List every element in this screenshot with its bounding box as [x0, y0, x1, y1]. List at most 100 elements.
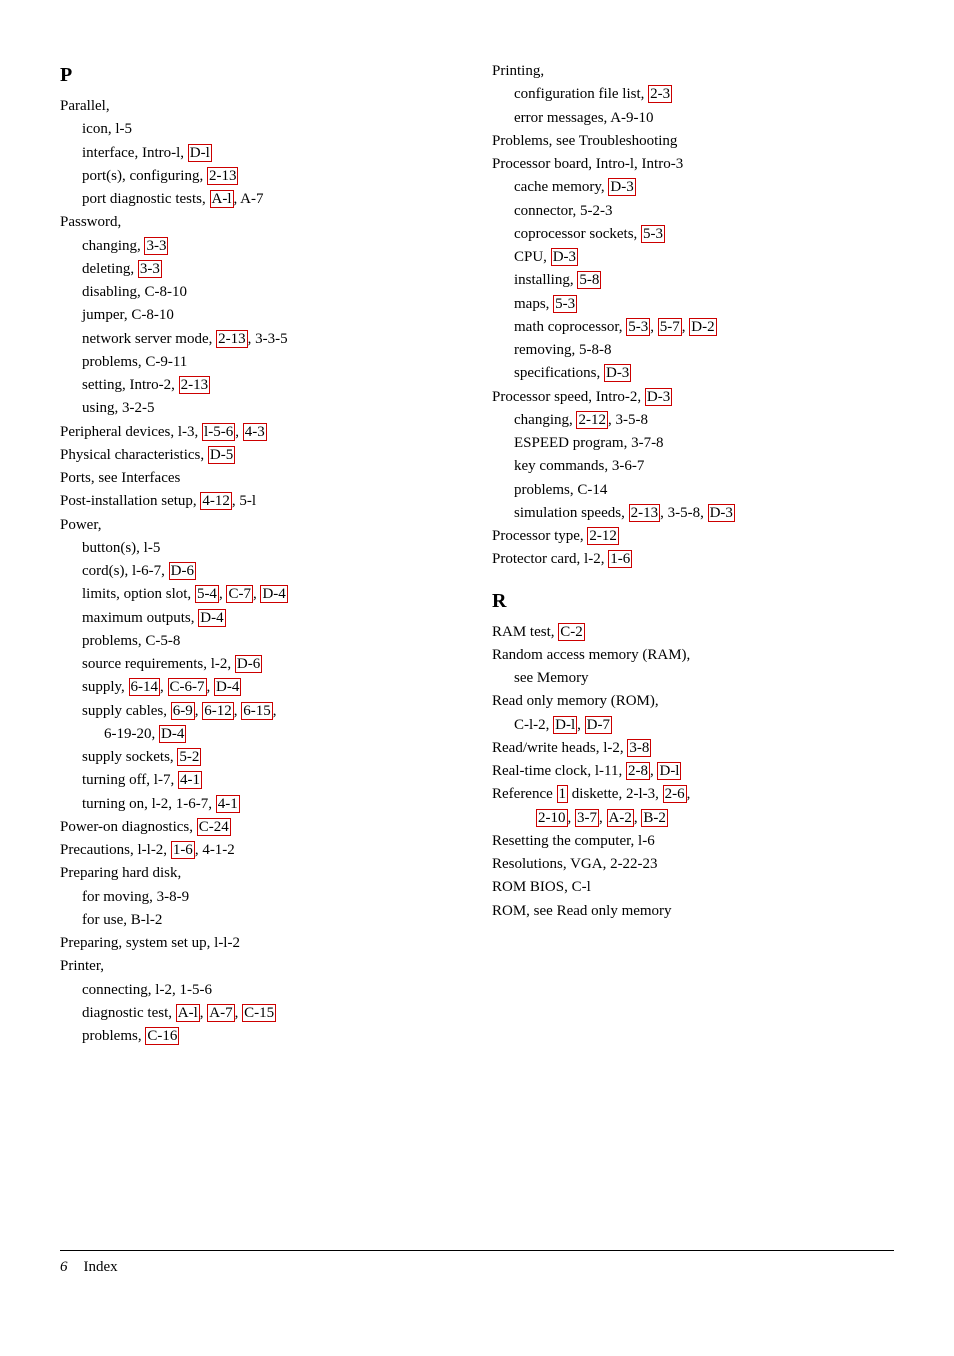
- ref-3-8[interactable]: 3-8: [627, 739, 651, 757]
- entry-rom-bios: ROM BIOS, C-l: [492, 876, 894, 899]
- ref-c-6-7[interactable]: C-6-7: [168, 678, 207, 696]
- entry-power-button: button(s), l-5: [60, 537, 462, 560]
- entry-power-limits: limits, option slot, 5-4, C-7, D-4: [60, 583, 462, 606]
- footer-page-number: 6: [60, 1259, 68, 1276]
- ref-4-1b[interactable]: 4-1: [216, 795, 240, 813]
- ref-2-13d[interactable]: 2-13: [629, 504, 661, 522]
- ref-1[interactable]: 1: [557, 785, 569, 803]
- left-column: P Parallel, icon, l-5 interface, Intro-l…: [60, 60, 492, 1250]
- entry-proc-cache: cache memory, D-3: [492, 176, 894, 199]
- ref-6-12[interactable]: 6-12: [202, 702, 234, 720]
- ref-3-7[interactable]: 3-7: [575, 809, 599, 827]
- entry-proc-speed: Processor speed, Intro-2, D-3: [492, 386, 894, 409]
- ref-d-3d[interactable]: D-3: [645, 388, 672, 406]
- entry-proc-connector: connector, 5-2-3: [492, 200, 894, 223]
- ref-6-9[interactable]: 6-9: [171, 702, 195, 720]
- ref-3-3b[interactable]: 3-3: [138, 260, 162, 278]
- ref-5-2[interactable]: 5-2: [177, 748, 201, 766]
- page: P Parallel, icon, l-5 interface, Intro-l…: [0, 0, 954, 1356]
- ref-d-l[interactable]: D-l: [188, 144, 212, 162]
- ref-d-4d[interactable]: D-4: [159, 725, 186, 743]
- ref-a-7[interactable]: A-7: [207, 1004, 234, 1022]
- entry-power-cables: supply cables, 6-9, 6-12, 6-15,: [60, 700, 462, 723]
- entry-password: Password,: [60, 211, 462, 234]
- ref-1-6a[interactable]: 1-6: [171, 841, 195, 859]
- entry-rom-refs: C-l-2, D-l, D-7: [492, 714, 894, 737]
- entry-power-off: turning off, l-7, 4-1: [60, 769, 462, 792]
- ref-c-15[interactable]: C-15: [242, 1004, 276, 1022]
- ref-c-16[interactable]: C-16: [145, 1027, 179, 1045]
- entry-power-supply: supply, 6-14, C-6-7, D-4: [60, 676, 462, 699]
- ref-3-3a[interactable]: 3-3: [144, 237, 168, 255]
- entry-password-setting: setting, Intro-2, 2-13: [60, 374, 462, 397]
- ref-5-3b[interactable]: 5-3: [553, 295, 577, 313]
- section-p: P: [60, 64, 462, 87]
- entry-power-cables-cont: 6-19-20, D-4: [60, 723, 462, 746]
- ref-a-l-b[interactable]: A-l: [176, 1004, 200, 1022]
- ref-2-13b[interactable]: 2-13: [216, 330, 248, 348]
- ref-d-6b[interactable]: D-6: [235, 655, 262, 673]
- ref-a-2[interactable]: A-2: [607, 809, 634, 827]
- ref-4-1a[interactable]: 4-1: [178, 771, 202, 789]
- ref-d-6a[interactable]: D-6: [169, 562, 196, 580]
- entry-power-on: turning on, l-2, 1-6-7, 4-1: [60, 793, 462, 816]
- ref-d-4b[interactable]: D-4: [198, 609, 225, 627]
- ref-2-6[interactable]: 2-6: [663, 785, 687, 803]
- ref-b-2[interactable]: B-2: [641, 809, 668, 827]
- entry-printer-problems: problems, C-16: [60, 1025, 462, 1048]
- ref-2-8[interactable]: 2-8: [626, 762, 650, 780]
- ref-d-7[interactable]: D-7: [585, 716, 612, 734]
- ref-d-2[interactable]: D-2: [689, 318, 716, 336]
- entry-parallel-ports: port(s), configuring, 2-13: [60, 165, 462, 188]
- ref-2-13a[interactable]: 2-13: [207, 167, 239, 185]
- entry-password-changing: changing, 3-3: [60, 235, 462, 258]
- ref-2-10[interactable]: 2-10: [536, 809, 568, 827]
- ref-2-12a[interactable]: 2-12: [576, 411, 608, 429]
- ref-2-12b[interactable]: 2-12: [587, 527, 619, 545]
- ref-6-15[interactable]: 6-15: [241, 702, 273, 720]
- ref-5-4[interactable]: 5-4: [195, 585, 219, 603]
- footer-index-label: Index: [84, 1259, 118, 1276]
- ref-d-4c[interactable]: D-4: [214, 678, 241, 696]
- ref-2-13c[interactable]: 2-13: [179, 376, 211, 394]
- entry-password-disabling: disabling, C-8-10: [60, 281, 462, 304]
- entry-proc-cpu: CPU, D-3: [492, 246, 894, 269]
- ref-l-5-6[interactable]: l-5-6: [202, 423, 235, 441]
- ref-2-3[interactable]: 2-3: [648, 85, 672, 103]
- entry-ram-see: see Memory: [492, 667, 894, 690]
- ref-a-l-a[interactable]: A-l: [210, 190, 234, 208]
- ref-5-8a[interactable]: 5-8: [577, 271, 601, 289]
- section-r: R: [492, 590, 894, 613]
- ref-d-l-c[interactable]: D-l: [657, 762, 681, 780]
- ref-c-24[interactable]: C-24: [197, 818, 231, 836]
- ref-d-3a[interactable]: D-3: [608, 178, 635, 196]
- entry-ram: Random access memory (RAM),: [492, 644, 894, 667]
- ref-d-3c[interactable]: D-3: [604, 364, 631, 382]
- entry-proc-coprocessor: coprocessor sockets, 5-3: [492, 223, 894, 246]
- ref-c-2[interactable]: C-2: [558, 623, 585, 641]
- ref-c-7[interactable]: C-7: [226, 585, 253, 603]
- entry-proc-speed-espeed: ESPEED program, 3-7-8: [492, 432, 894, 455]
- ref-d-l-b[interactable]: D-l: [553, 716, 577, 734]
- entry-proc-speed-key: key commands, 3-6-7: [492, 455, 894, 478]
- entry-problems: Problems, see Troubleshooting: [492, 130, 894, 153]
- ref-d-3e[interactable]: D-3: [708, 504, 735, 522]
- entry-power-problems: problems, C-5-8: [60, 630, 462, 653]
- entry-ports: Ports, see Interfaces: [60, 467, 462, 490]
- entry-printing: Printing,: [492, 60, 894, 83]
- ref-5-7[interactable]: 5-7: [658, 318, 682, 336]
- ref-d-4a[interactable]: D-4: [260, 585, 287, 603]
- ref-d-3b[interactable]: D-3: [551, 248, 578, 266]
- ref-1-6b[interactable]: 1-6: [608, 550, 632, 568]
- ref-6-14[interactable]: 6-14: [129, 678, 161, 696]
- entry-parallel-icon: icon, l-5: [60, 118, 462, 141]
- ref-4-3[interactable]: 4-3: [243, 423, 267, 441]
- entry-parallel: Parallel,: [60, 95, 462, 118]
- ref-d-5[interactable]: D-5: [208, 446, 235, 464]
- ref-5-3a[interactable]: 5-3: [641, 225, 665, 243]
- entry-proc-math: math coprocessor, 5-3, 5-7, D-2: [492, 316, 894, 339]
- entry-resolutions: Resolutions, VGA, 2-22-23: [492, 853, 894, 876]
- ref-5-3c[interactable]: 5-3: [626, 318, 650, 336]
- ref-4-12a[interactable]: 4-12: [200, 492, 232, 510]
- footer: 6 Index: [60, 1259, 894, 1276]
